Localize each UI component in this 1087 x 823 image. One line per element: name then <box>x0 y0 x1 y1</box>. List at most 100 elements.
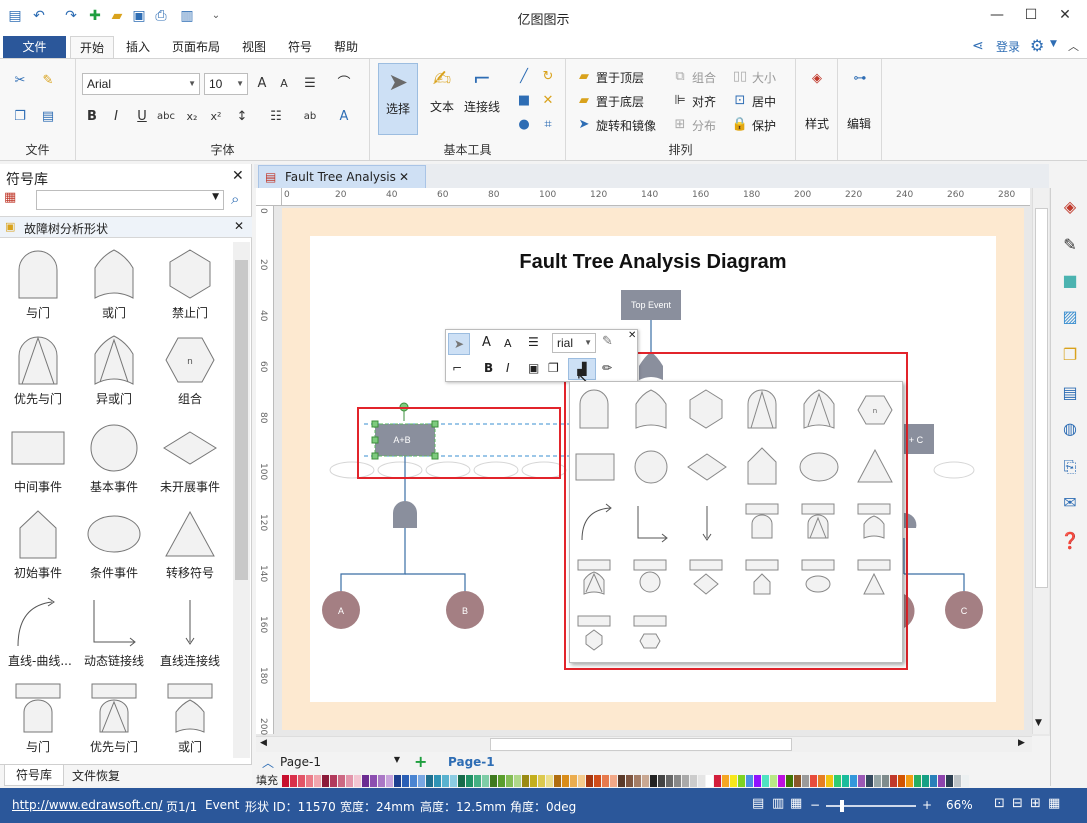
color-swatch[interactable] <box>434 775 441 787</box>
grid-view-icon[interactable]: ▦ <box>1048 796 1060 811</box>
mini-bold-icon[interactable]: B <box>484 361 493 375</box>
help-icon[interactable]: ❓ <box>1059 530 1081 552</box>
connector-tool-button[interactable]: ⌐ 连接线 <box>460 63 504 135</box>
format-painter-icon[interactable]: ✎ <box>38 71 58 91</box>
color-swatch[interactable] <box>866 775 873 787</box>
basic-event-a[interactable]: A <box>322 591 360 629</box>
color-swatch[interactable] <box>754 775 761 787</box>
shape-transfer-symbol[interactable]: 转移符号 <box>160 508 220 594</box>
shape-priority-and-gate[interactable]: 优先与门 <box>8 334 68 420</box>
hyperlink-globe-icon[interactable]: ◍ <box>1059 418 1081 440</box>
color-swatch[interactable] <box>946 775 953 787</box>
color-swatch[interactable] <box>626 775 633 787</box>
fit-page-icon[interactable]: ⊡ <box>994 796 1005 811</box>
text-direction-icon[interactable]: ⌒ <box>334 74 354 94</box>
color-swatch[interactable] <box>738 775 745 787</box>
color-swatch[interactable] <box>618 775 625 787</box>
collapse-ribbon-icon[interactable]: ︿ <box>1068 38 1079 54</box>
color-swatch[interactable] <box>538 775 545 787</box>
color-swatch[interactable] <box>458 775 465 787</box>
website-link[interactable]: http://www.edrawsoft.cn/ <box>12 798 162 812</box>
search-icon[interactable]: ⌕ <box>231 190 239 208</box>
fill-bucket-icon[interactable]: ◈ <box>1059 196 1081 218</box>
cross-tool-icon[interactable]: ✕ <box>538 91 558 111</box>
color-swatch[interactable] <box>394 775 401 787</box>
view-normal-icon[interactable]: ▤ <box>752 796 764 811</box>
color-swatch[interactable] <box>578 775 585 787</box>
line-spacing-icon[interactable]: ↕ <box>232 107 252 127</box>
mini-italic-icon[interactable]: I <box>506 361 510 375</box>
center-button[interactable]: 居中 <box>752 93 776 110</box>
color-swatch[interactable] <box>386 775 393 787</box>
color-swatch[interactable] <box>546 775 553 787</box>
library-search-input[interactable]: ▼ <box>36 190 224 210</box>
color-swatch[interactable] <box>666 775 673 787</box>
shape-combination[interactable]: n 组合 <box>160 334 220 420</box>
shape-or-gate[interactable]: 或门 <box>84 248 144 334</box>
close-tab-icon[interactable]: ✕ <box>399 166 409 188</box>
tab-page-layout[interactable]: 页面布局 <box>164 36 228 58</box>
color-swatch[interactable] <box>298 775 305 787</box>
color-swatch[interactable] <box>602 775 609 787</box>
color-swatch[interactable] <box>802 775 809 787</box>
size-button[interactable]: 大小 <box>752 69 776 86</box>
color-swatch[interactable] <box>522 775 529 787</box>
diagram-title[interactable]: Fault Tree Analysis Diagram <box>310 251 996 274</box>
cut-icon[interactable]: ✂ <box>10 71 30 91</box>
color-swatch[interactable] <box>634 775 641 787</box>
color-swatch[interactable] <box>818 775 825 787</box>
color-swatch[interactable] <box>890 775 897 787</box>
settings-dropdown-icon[interactable]: ▼ <box>1050 39 1057 49</box>
basic-event-b[interactable]: B <box>446 591 484 629</box>
color-swatch[interactable] <box>730 775 737 787</box>
bold-icon[interactable]: B <box>82 107 102 127</box>
style-button[interactable]: 样式 <box>805 115 829 132</box>
rotate-mirror-button[interactable]: 旋转和镜像 <box>596 117 656 134</box>
color-swatch[interactable] <box>442 775 449 787</box>
top-event-node[interactable]: Top Event <box>621 290 681 320</box>
color-swatch[interactable] <box>466 775 473 787</box>
canvas-horizontal-scrollbar[interactable]: ◀ ▶ <box>256 736 1032 752</box>
font-color-icon[interactable]: A <box>334 107 354 127</box>
color-swatch[interactable] <box>402 775 409 787</box>
tab-help[interactable]: 帮助 <box>324 36 368 58</box>
mini-grow-font-icon[interactable]: A <box>482 335 491 350</box>
underline-icon[interactable]: U <box>132 107 152 127</box>
color-swatch[interactable] <box>674 775 681 787</box>
color-swatch[interactable] <box>778 775 785 787</box>
italic-icon[interactable]: I <box>106 107 126 127</box>
bring-front-button[interactable]: 置于顶层 <box>596 69 644 86</box>
color-swatch[interactable] <box>554 775 561 787</box>
color-swatch[interactable] <box>850 775 857 787</box>
shape-straight-connector[interactable]: 直线连接线 <box>160 596 220 682</box>
shape-basic-event[interactable]: 基本事件 <box>84 422 144 508</box>
shape-conditional-event[interactable]: 条件事件 <box>84 508 144 594</box>
settings-gear-icon[interactable]: ⚙ <box>1030 36 1044 55</box>
align-button[interactable]: 对齐 <box>692 93 716 110</box>
close-window-button[interactable]: ✕ <box>1050 4 1080 26</box>
color-swatch[interactable] <box>354 775 361 787</box>
color-swatch[interactable] <box>858 775 865 787</box>
superscript-icon[interactable]: x² <box>206 107 226 127</box>
color-swatch[interactable] <box>706 775 713 787</box>
mini-font-select[interactable]: rial ▼ <box>552 333 596 353</box>
color-swatch[interactable] <box>714 775 721 787</box>
color-swatch[interactable] <box>610 775 617 787</box>
color-swatch[interactable] <box>930 775 937 787</box>
add-page-icon[interactable]: + <box>414 752 427 771</box>
login-link[interactable]: 登录 <box>996 38 1020 55</box>
share-icon[interactable]: ⋖ <box>972 38 984 54</box>
ellipse-tool-icon[interactable]: ● <box>514 115 534 135</box>
zoom-out-icon[interactable]: − <box>810 798 820 812</box>
bullets-icon[interactable]: ☷ <box>266 107 286 127</box>
zoom-slider[interactable] <box>826 800 916 812</box>
library-grid-icon[interactable]: ▦ <box>4 190 16 205</box>
zoom-in-icon[interactable]: + <box>922 798 932 812</box>
color-swatch[interactable] <box>426 775 433 787</box>
view-presentation-icon[interactable]: ▦ <box>790 796 802 811</box>
shape-initial-event[interactable]: 初始事件 <box>8 508 68 594</box>
color-swatch[interactable] <box>514 775 521 787</box>
line-tool-icon[interactable]: ╱ <box>514 67 534 87</box>
color-swatch[interactable] <box>746 775 753 787</box>
select-tool-button[interactable]: ➤ 选择 <box>378 63 418 135</box>
